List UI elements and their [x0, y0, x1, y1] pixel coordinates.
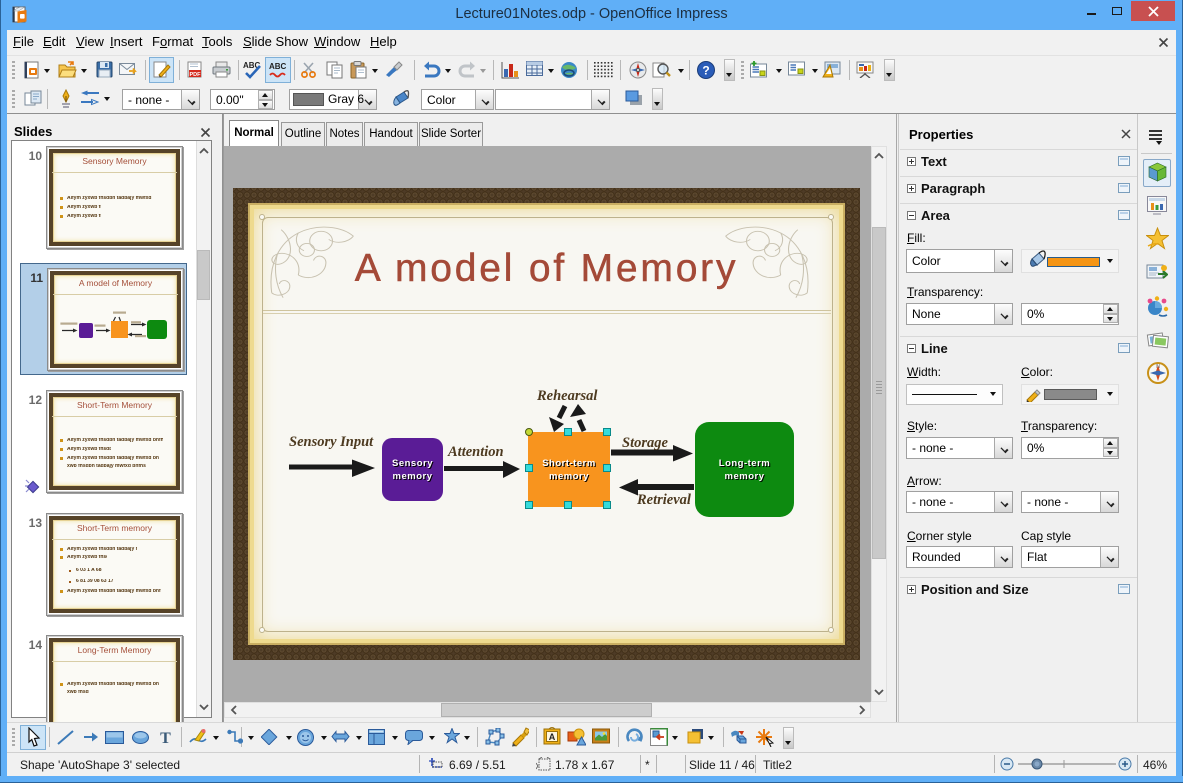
svg-text:A: A [549, 732, 556, 742]
svg-text:ABC: ABC [269, 62, 287, 71]
svg-text:PDF: PDF [190, 72, 202, 78]
svg-text:?: ? [702, 64, 709, 78]
svg-text:N: N [1156, 364, 1160, 370]
svg-text:T: T [160, 730, 171, 745]
